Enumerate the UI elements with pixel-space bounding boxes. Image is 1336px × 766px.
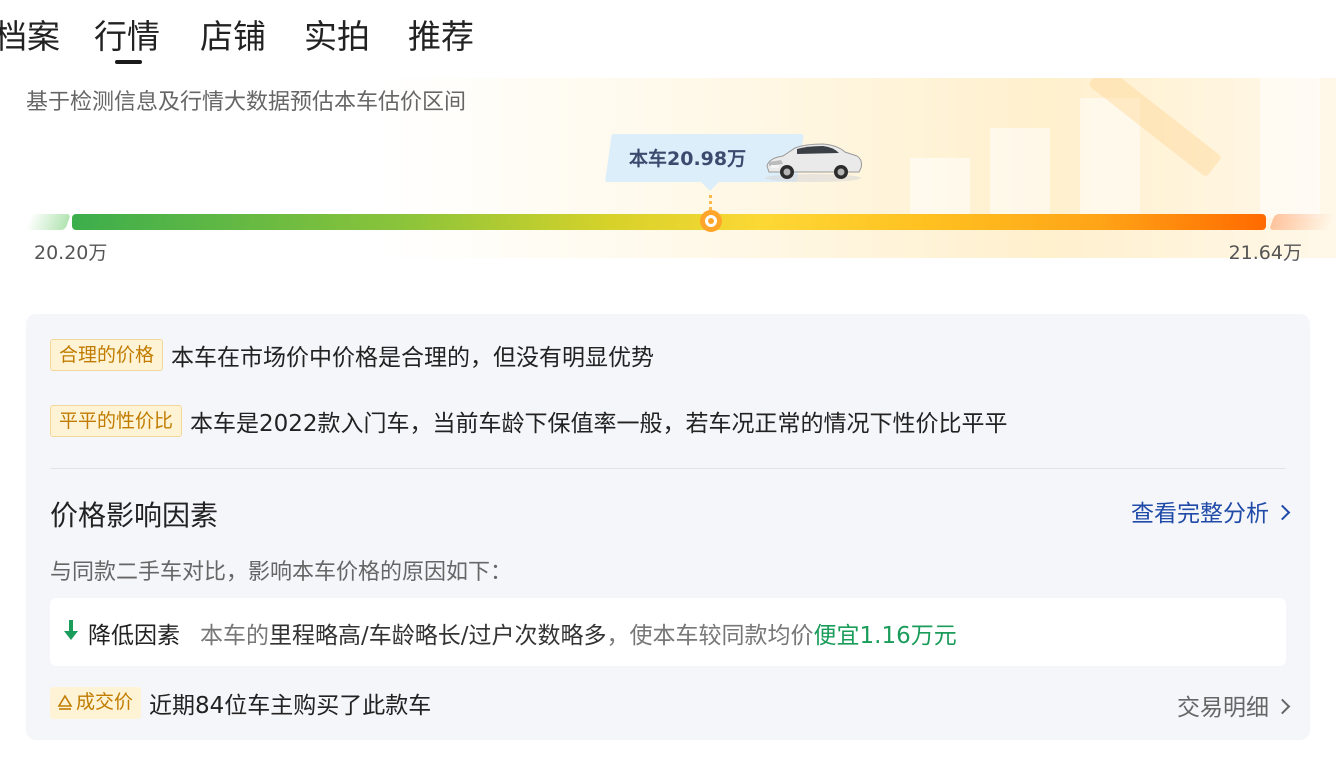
decrease-factor-text: 本车的里程略高/车龄略长/过户次数略多，使本车较同款均价便宜1.16万元: [200, 616, 957, 650]
tab-market[interactable]: 行情: [94, 14, 160, 60]
assessment-row: 平平的性价比 本车是2022款入门车，当前车龄下保值率一般，若车况正常的情况下性价…: [50, 404, 1008, 438]
factors-description: 与同款二手车对比，影响本车价格的原因如下：: [50, 560, 513, 585]
decrease-factor-box: 降低因素 本车的里程略高/车龄略长/过户次数略多，使本车较同款均价便宜1.16万…: [50, 598, 1286, 666]
price-range-section: 基于检测信息及行情大数据预估本车估价区间 本车20.98万 20.20万 21.…: [0, 78, 1336, 278]
tab-recommend[interactable]: 推荐: [408, 14, 474, 60]
current-price-label: 本车20.98万: [629, 148, 747, 170]
chevron-right-icon: [1274, 698, 1291, 715]
full-analysis-link[interactable]: 查看完整分析: [1131, 494, 1291, 528]
chevron-right-icon: [1274, 504, 1291, 521]
factor-items: 里程略高/车龄略长/过户次数略多: [269, 623, 607, 649]
factors-title: 价格影响因素: [50, 499, 219, 532]
price-tag-icon: [57, 693, 73, 710]
tab-bar: 档案 行情 店铺 实拍 推荐: [0, 0, 1336, 78]
deal-price-text: 近期84位车主购买了此款车: [149, 693, 432, 719]
arrow-down-icon: [64, 620, 78, 642]
decrease-factor-label: 降低因素: [88, 623, 180, 649]
tab-archive[interactable]: 档案: [0, 14, 60, 60]
price-range-bar: [25, 214, 1336, 230]
factor-middle: ，使本车较同款均价: [606, 623, 814, 649]
active-tab-indicator: [115, 60, 142, 64]
price-analysis-card: 合理的价格 本车在市场价中价格是合理的，但没有明显优势 平平的性价比 本车是2022…: [26, 314, 1310, 740]
factor-prefix: 本车的: [200, 623, 269, 649]
full-analysis-label: 查看完整分析: [1131, 501, 1269, 527]
tab-photos[interactable]: 实拍: [304, 14, 370, 60]
factor-result: 便宜1.16万元: [813, 623, 957, 649]
car-image: [765, 143, 862, 182]
price-min-label: 20.20万: [34, 242, 108, 264]
price-max-label: 21.64万: [1228, 242, 1302, 264]
deal-price-tag: 成交价: [50, 687, 142, 719]
transaction-details-link[interactable]: 交易明细: [1177, 688, 1291, 722]
price-range-description: 基于检测信息及行情大数据预估本车估价区间: [26, 90, 467, 115]
current-price-tooltip: 本车20.98万: [605, 134, 865, 191]
current-price-marker: [700, 210, 722, 232]
deal-price-tag-label: 成交价: [76, 691, 134, 713]
value-assessment-tag: 平平的性价比: [50, 405, 183, 437]
transaction-details-label: 交易明细: [1177, 695, 1269, 721]
tab-store[interactable]: 店铺: [200, 14, 266, 60]
price-assessment-text: 本车在市场价中价格是合理的，但没有明显优势: [171, 345, 655, 371]
assessment-row: 合理的价格 本车在市场价中价格是合理的，但没有明显优势: [50, 338, 654, 372]
price-assessment-tag: 合理的价格: [50, 339, 164, 371]
deal-price-row: 成交价 近期84位车主购买了此款车: [50, 686, 431, 720]
divider: [50, 468, 1286, 469]
value-assessment-text: 本车是2022款入门车，当前车龄下保值率一般，若车况正常的情况下性价比平平: [190, 411, 1008, 437]
